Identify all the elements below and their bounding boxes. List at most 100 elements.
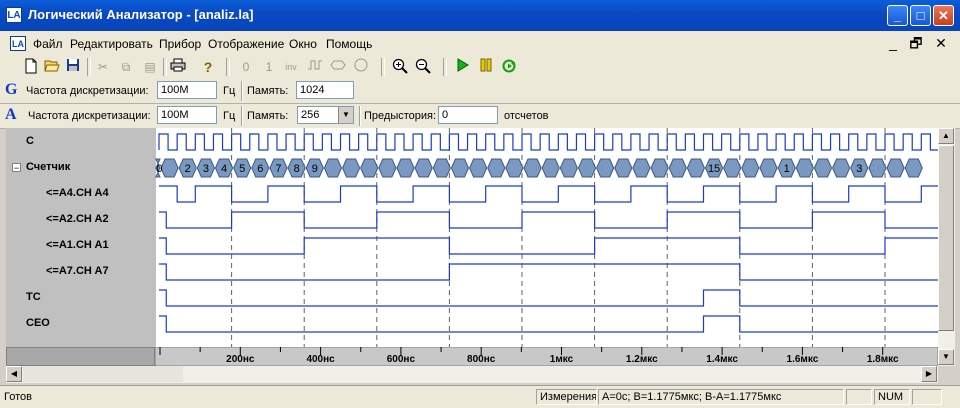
freq-input[interactable]: 100M — [157, 106, 217, 124]
menu-device[interactable]: Прибор — [159, 37, 201, 51]
bus-segment — [668, 158, 687, 178]
bus-segment — [813, 158, 833, 178]
bus-segment — [723, 158, 742, 178]
bus-value-label: 1 — [784, 163, 790, 175]
menu-view[interactable]: Отображение — [208, 37, 284, 51]
signal-name[interactable]: Счетчик — [26, 161, 70, 173]
mdi-minimize-button[interactable]: _ — [884, 35, 902, 51]
bus-segment — [505, 158, 524, 178]
config-generator-row: G Частота дискретизации: 100M Гц Память:… — [0, 79, 960, 104]
bus-value-label: 8 — [294, 163, 300, 175]
zoom-out-icon[interactable] — [414, 58, 432, 76]
menu-file[interactable]: Файл — [33, 37, 63, 51]
horizontal-scroll-track[interactable] — [23, 366, 183, 382]
bus-segment — [868, 158, 887, 178]
copy-icon[interactable]: ⧉ — [117, 58, 135, 76]
print-icon[interactable] — [169, 58, 187, 76]
menu-help[interactable]: Помощь — [326, 37, 372, 51]
horizontal-scrollbar[interactable]: ◀ ▶ — [6, 366, 938, 383]
close-button[interactable]: ✕ — [933, 5, 954, 26]
pulse-icon[interactable] — [306, 58, 324, 76]
set-zero-button[interactable]: 0 — [237, 58, 255, 76]
freq-label: Частота дискретизации: — [26, 85, 149, 97]
run-icon[interactable] — [454, 58, 472, 76]
mdi-restore-button[interactable]: 🗗 — [907, 35, 925, 51]
signal-name[interactable]: <=A4.CH A4 — [46, 187, 109, 199]
chevron-down-icon[interactable]: ▼ — [338, 107, 353, 123]
document-icon[interactable]: LA — [10, 36, 26, 51]
paste-icon[interactable]: ▤ — [141, 58, 159, 76]
pretrigger-label: Предыстория: — [364, 110, 437, 122]
pretrigger-unit: отсчетов — [504, 110, 549, 122]
menu-window[interactable]: Окно — [289, 37, 317, 51]
menu-edit[interactable]: Редактировать — [70, 37, 153, 51]
bus-segment — [360, 158, 379, 178]
scroll-left-icon[interactable]: ◀ — [6, 366, 22, 382]
loop-icon[interactable] — [500, 58, 518, 76]
bus-segment — [160, 158, 179, 178]
collapse-icon[interactable]: − — [12, 163, 21, 173]
memory-label: Память: — [247, 85, 289, 97]
freq-unit: Гц — [223, 85, 236, 97]
config-analyzer-row: A Частота дискретизации: 100M Гц Память:… — [0, 104, 960, 129]
bus-segment — [541, 158, 560, 178]
ruler-background — [155, 347, 938, 366]
ruler-label: 800нс — [467, 354, 496, 365]
pause-icon[interactable] — [477, 58, 495, 76]
bus-segment — [450, 158, 470, 178]
signal-name[interactable]: <=A2.CH A2 — [46, 213, 109, 225]
bus-segment — [632, 158, 651, 178]
minimize-button[interactable]: _ — [887, 5, 908, 26]
toolbar: ✂ ⧉ ▤ ? 0 1 inv — [0, 55, 960, 80]
n-button[interactable] — [352, 58, 370, 76]
status-ready: Готов — [4, 391, 32, 403]
bus-value-label: 3 — [856, 163, 862, 175]
mdi-close-button[interactable]: ✕ — [932, 35, 950, 51]
bus-icon[interactable] — [329, 58, 347, 76]
memory-select[interactable]: 256 ▼ — [297, 106, 354, 124]
app-logo-icon: LA — [6, 7, 22, 23]
maximize-button[interactable]: □ — [910, 5, 931, 26]
cut-icon[interactable]: ✂ — [94, 58, 112, 76]
bus-segment — [341, 158, 361, 178]
scroll-down-icon[interactable]: ▼ — [938, 349, 954, 365]
signal-name[interactable]: CEO — [26, 317, 50, 329]
bus-segment — [432, 158, 451, 178]
bus-value-label: 4 — [221, 163, 227, 175]
waveform-area[interactable]: 0 2 3 4 5 6 7 8 9 15 1 3 — [155, 128, 938, 347]
ruler-label: 1.8мкс — [867, 354, 899, 365]
help-icon[interactable]: ? — [199, 58, 217, 76]
pretrigger-input[interactable]: 0 — [438, 106, 498, 124]
bus-segment — [795, 158, 814, 178]
signal-name[interactable]: C — [26, 135, 34, 147]
freq-label: Частота дискретизации: — [28, 110, 151, 122]
bus-segment — [904, 158, 923, 178]
signal-name[interactable]: TC — [26, 291, 41, 303]
signal-name[interactable]: <=A7.CH A7 — [46, 265, 109, 277]
open-icon[interactable] — [43, 58, 61, 76]
vertical-scrollbar[interactable]: ▲ ▼ — [938, 128, 955, 366]
signal-name[interactable]: <=A1.CH A1 — [46, 239, 109, 251]
bus-value-label: 15 — [708, 163, 720, 175]
save-icon[interactable] — [64, 58, 82, 76]
bus-segment — [523, 158, 542, 178]
freq-unit: Гц — [223, 110, 236, 122]
status-bar: Готов Измерения A=0с; B=1.1775мкс; B-A=1… — [0, 385, 960, 408]
status-measure-label: Измерения — [536, 389, 597, 405]
freq-input[interactable]: 100M — [157, 81, 217, 99]
zoom-in-icon[interactable] — [391, 58, 409, 76]
bus-value-label: 5 — [239, 163, 245, 175]
bus-segment — [832, 158, 851, 178]
scroll-right-icon[interactable]: ▶ — [921, 366, 937, 382]
new-icon[interactable] — [22, 58, 40, 76]
invert-button[interactable]: inv — [282, 58, 300, 76]
scroll-up-icon[interactable]: ▲ — [938, 128, 954, 144]
bus-segment — [614, 158, 633, 178]
window-title: Логический Анализатор - [analiz.la] — [28, 7, 254, 22]
bus-segment — [414, 158, 433, 178]
bus-value-label: 3 — [203, 163, 209, 175]
memory-input[interactable]: 1024 — [296, 81, 354, 99]
set-one-button[interactable]: 1 — [260, 58, 278, 76]
vertical-scroll-thumb[interactable] — [938, 145, 954, 331]
bus-value-label: 6 — [257, 163, 263, 175]
